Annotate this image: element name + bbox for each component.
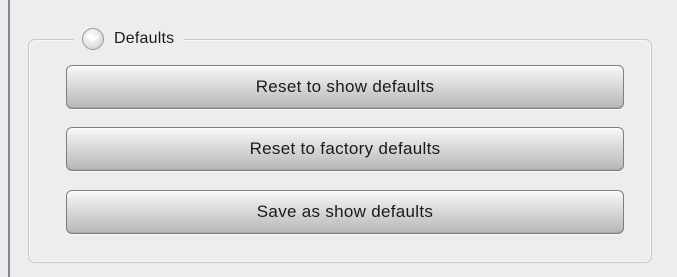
defaults-group-title: Defaults — [114, 30, 175, 47]
reset-to-factory-defaults-button[interactable]: Reset to factory defaults — [66, 127, 624, 171]
circle-toggle-icon[interactable] — [82, 28, 104, 50]
defaults-group-header: Defaults — [74, 26, 185, 52]
reset-to-show-defaults-button[interactable]: Reset to show defaults — [66, 65, 624, 109]
save-as-show-defaults-button[interactable]: Save as show defaults — [66, 190, 624, 234]
